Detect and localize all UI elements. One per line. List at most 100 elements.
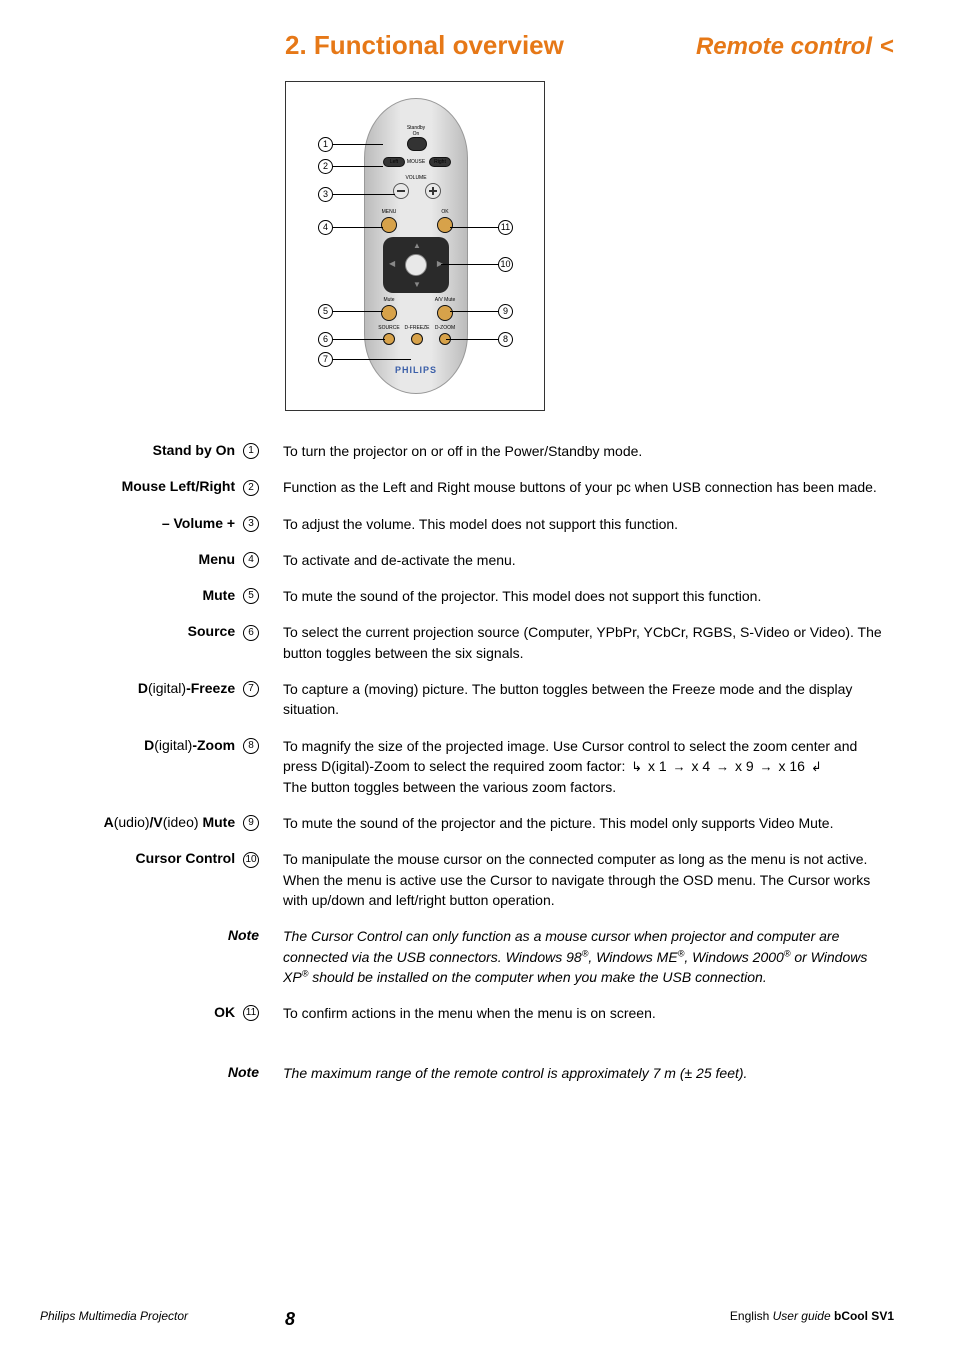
callout-4: 4 [318,220,333,235]
arrow-down-icon: ▼ [413,280,421,289]
footer-userguide: User guide [769,1309,834,1323]
callout-7: 7 [318,352,333,367]
definition-label: – Volume + 3 [40,514,265,534]
definition-description: To mute the sound of the projector and t… [265,813,894,833]
volume-plus-button [425,183,441,199]
remote-body: Standby On MOUSE Left Right VOLUME MENU … [364,98,468,394]
definition-description: To confirm actions in the menu when the … [265,1003,894,1023]
arrow-up-icon: ▲ [413,241,421,250]
callout-1: 1 [318,137,333,152]
page-header: 2. Functional overview Remote control < [40,30,894,61]
callout-5: 5 [318,304,333,319]
definition-label: Note [40,926,265,946]
definition-description: To turn the projector on or off in the P… [265,441,894,461]
definition-number: 2 [243,480,259,496]
definition-row: A(udio)/V(ideo) Mute 9To mute the sound … [40,813,894,833]
label-left: Left [384,159,404,165]
callout-3: 3 [318,187,333,202]
label-source: SOURCE [376,325,402,331]
definition-number: 10 [243,852,259,868]
definition-row: OK 11To confirm actions in the menu when… [40,1003,894,1023]
callout-6: 6 [318,332,333,347]
definition-label: Stand by On 1 [40,441,265,461]
cursor-center [405,254,427,276]
arrow-left-icon: ◀ [389,259,395,268]
standby-button [407,137,427,151]
label-dzoom: D-ZOOM [431,325,459,331]
definition-row: Cursor Control 10To manipulate the mouse… [40,849,894,910]
definition-label: D(igital)-Freeze 7 [40,679,265,699]
note-label-text: Note [228,1064,259,1080]
definition-description: To magnify the size of the projected ima… [265,736,894,797]
dfreeze-button [411,333,423,345]
definition-number: 8 [243,738,259,754]
definition-row: Mouse Left/Right 2Function as the Left a… [40,477,894,497]
volume-minus-button [393,183,409,199]
page-footer: Philips Multimedia Projector 8 English U… [40,1309,894,1323]
definition-label: Mouse Left/Right 2 [40,477,265,497]
avmute-button [437,305,453,321]
definition-row: Menu 4To activate and de-activate the me… [40,550,894,570]
definition-number: 6 [243,625,259,641]
definition-row: Source 6To select the current projection… [40,622,894,663]
definition-description: Function as the Left and Right mouse but… [265,477,894,497]
definition-label: OK 11 [40,1003,265,1023]
definition-number: 9 [243,815,259,831]
definition-number: 3 [243,516,259,532]
footer-page-number: 8 [285,1309,295,1330]
footer-left: Philips Multimedia Projector [40,1309,188,1323]
bottom-note-text: The maximum range of the remote control … [265,1063,894,1083]
ok-button [437,217,453,233]
header-right: Remote control < [696,33,894,61]
section-title: 2. Functional overview [285,30,564,61]
callout-9: 9 [498,304,513,319]
definition-description: To capture a (moving) picture. The butto… [265,679,894,720]
menu-button [381,217,397,233]
definition-label: Mute 5 [40,586,265,606]
definition-row: NoteThe Cursor Control can only function… [40,926,894,987]
definition-number: 4 [243,552,259,568]
cursor-pad: ▲ ▼ ◀ ▶ [383,237,449,293]
definition-label: Source 6 [40,622,265,642]
definition-row: Stand by On 1To turn the projector on or… [40,441,894,461]
mute-button [381,305,397,321]
definition-label: D(igital)-Zoom 8 [40,736,265,756]
callout-2: 2 [318,159,333,174]
label-menu: MENU [377,209,401,215]
remote-diagram: Standby On MOUSE Left Right VOLUME MENU … [285,81,545,411]
subtitle: Remote control [696,33,872,61]
definition-row: Mute 5To mute the sound of the projector… [40,586,894,606]
definition-row: – Volume + 3To adjust the volume. This m… [40,514,894,534]
definition-label: Menu 4 [40,550,265,570]
definition-label: A(udio)/V(ideo) Mute 9 [40,813,265,833]
definition-row: D(igital)-Freeze 7To capture a (moving) … [40,679,894,720]
definition-description: To adjust the volume. This model does no… [265,514,894,534]
bottom-note-row: Note The maximum range of the remote con… [40,1063,894,1083]
bottom-note-label: Note [40,1063,265,1083]
callout-11: 11 [498,220,513,235]
label-right: Right [430,159,450,165]
definitions-list: Stand by On 1To turn the projector on or… [40,441,894,1023]
definition-description: The Cursor Control can only function as … [265,926,894,987]
callout-8: 8 [498,332,513,347]
definition-row: D(igital)-Zoom 8To magnify the size of t… [40,736,894,797]
definition-description: To select the current projection source … [265,622,894,663]
label-standby: Standby On [396,125,436,137]
chevron-icon: < [880,33,894,61]
definition-description: To manipulate the mouse cursor on the co… [265,849,894,910]
definition-number: 5 [243,588,259,604]
footer-right: English User guide bCool SV1 [730,1309,894,1323]
footer-lang: English [730,1309,769,1323]
callout-10: 10 [498,257,513,272]
label-mute: Mute [377,297,401,303]
definition-description: To activate and de-activate the menu. [265,550,894,570]
definition-number: 1 [243,443,259,459]
label-ok: OK [433,209,457,215]
brand-logo: PHILIPS [395,365,437,375]
label-avmute: A/V Mute [430,297,460,303]
footer-product: bCool SV1 [834,1309,894,1323]
definition-label: Cursor Control 10 [40,849,265,869]
definition-description: To mute the sound of the projector. This… [265,586,894,606]
definition-number: 7 [243,681,259,697]
label-dfreeze: D-FREEZE [402,325,432,331]
